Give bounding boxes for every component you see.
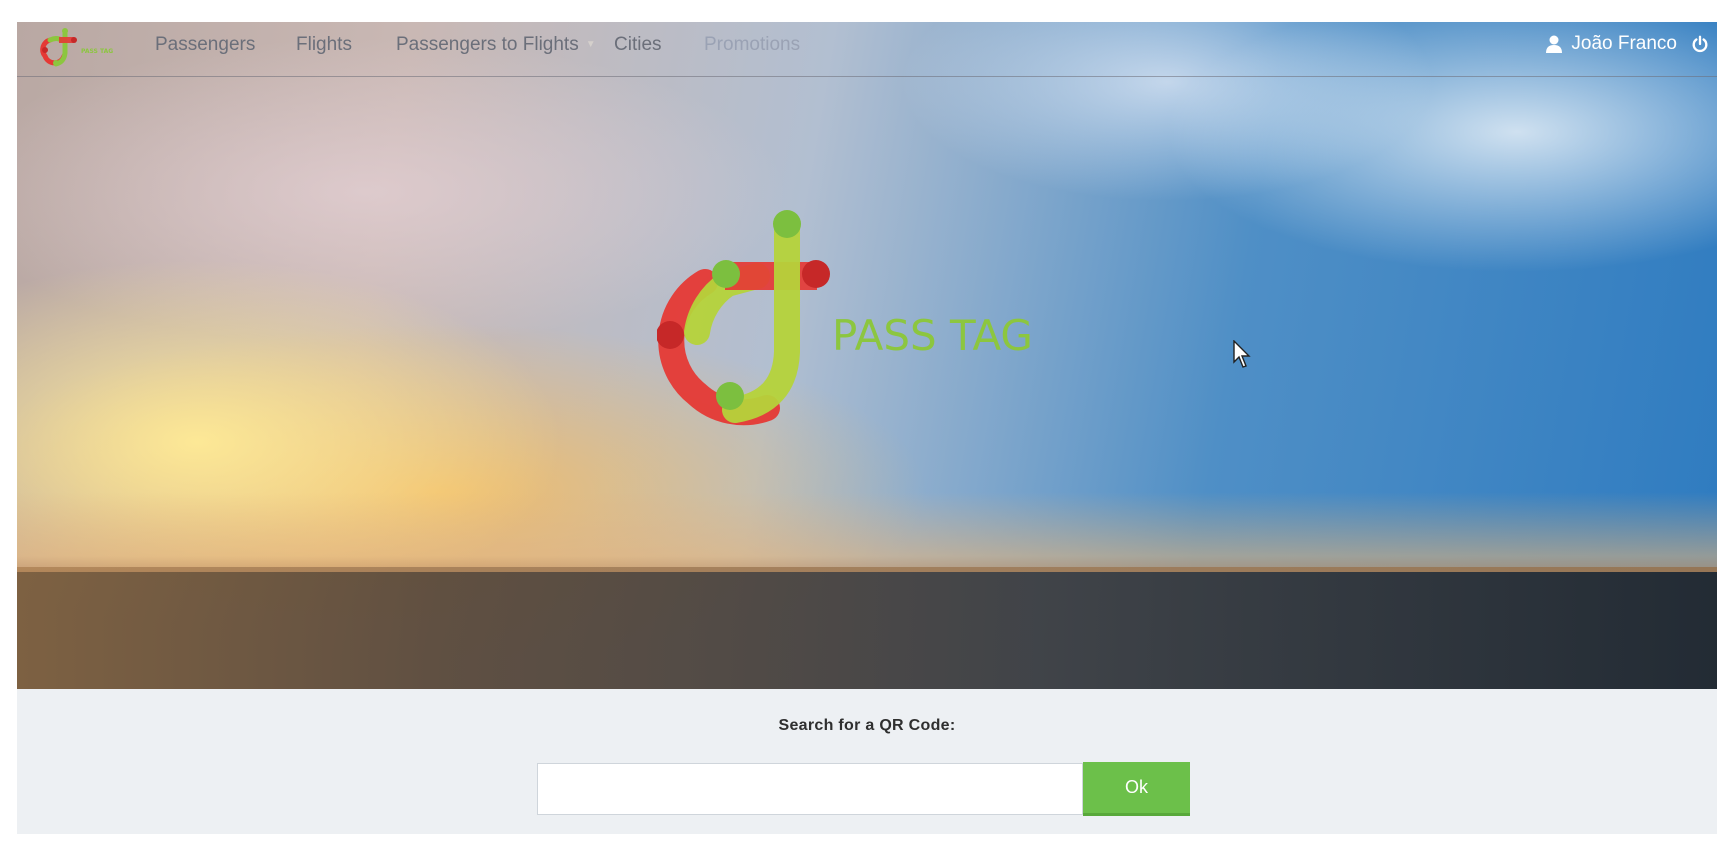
nav-promotions[interactable]: Promotions [704,34,800,56]
user-name[interactable]: João Franco [1571,33,1677,55]
app-frame: PASS TAG Passengers Flights Passengers t… [17,22,1717,834]
power-icon[interactable] [1691,34,1709,54]
top-navbar: PASS TAG Passengers Flights Passengers t… [17,22,1717,77]
search-label: Search for a QR Code: [778,717,956,734]
qr-search-section: Search for a QR Code: Ok [17,689,1717,834]
qr-code-input[interactable] [537,763,1083,815]
pass-tag-logo: PASS TAG [657,210,1033,426]
caret-down-icon: ▼ [585,39,596,51]
mouse-cursor-icon [1233,340,1251,368]
user-menu: João Franco [1545,31,1709,57]
nav-passengers[interactable]: Passengers [155,34,255,56]
nav-passengers-to-flights-label: Passengers to Flights [396,34,579,55]
logo-text: PASS TAG [832,311,1033,360]
horizon-haze [17,492,1717,572]
user-icon [1546,35,1563,53]
nav-cities[interactable]: Cities [614,34,662,56]
brand-logo-icon[interactable]: PASS TAG [37,26,119,68]
nav-flights[interactable]: Flights [296,34,352,56]
ok-button[interactable]: Ok [1083,762,1190,816]
svg-text:PASS TAG: PASS TAG [81,48,113,55]
nav-passengers-to-flights[interactable]: Passengers to Flights ▼ [396,34,596,56]
